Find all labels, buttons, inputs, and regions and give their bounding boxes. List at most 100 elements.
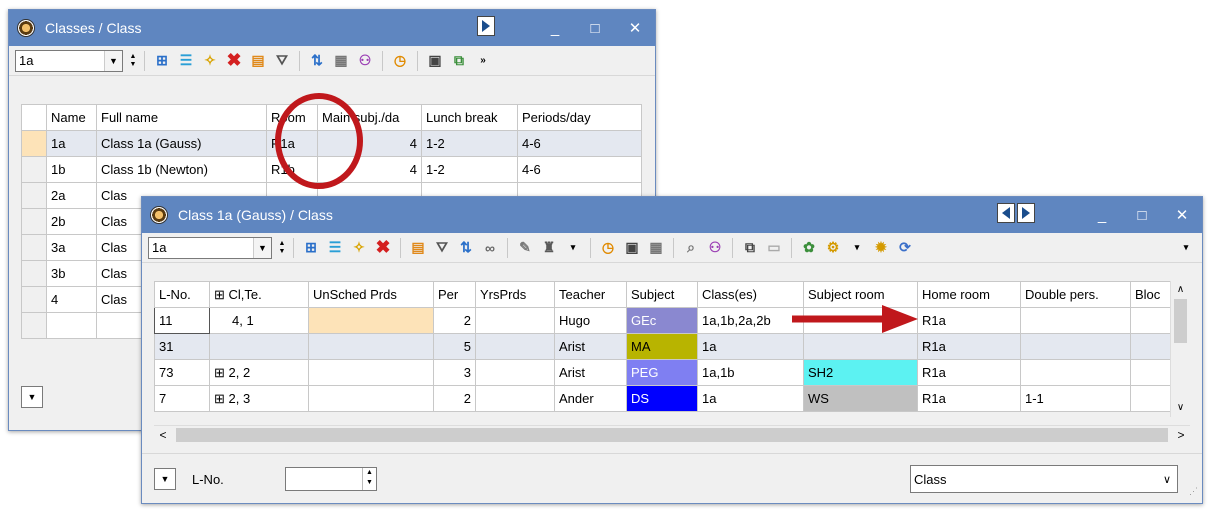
lunch-cell[interactable]: 1-2 [421,156,518,183]
table-row[interactable]: 11 4, 1 2 Hugo GEc 1a,1b,2a,2b R1a [154,307,1171,334]
yrsprds-cell[interactable] [475,333,555,360]
resize-grip-icon[interactable]: ⋰ [1189,486,1198,497]
link-icon[interactable]: ∞ [479,237,501,259]
clock-icon[interactable]: ◷ [389,50,411,72]
table-icon[interactable]: ▦ [330,50,352,72]
header-cell[interactable]: Per [433,281,476,308]
header-cell[interactable]: Periods/day [517,104,642,131]
header-cell[interactable]: Home room [917,281,1021,308]
dropdown-small-icon[interactable]: ▾ [562,237,584,259]
unsched-cell[interactable] [308,333,434,360]
overflow-icon[interactable]: » [472,50,494,72]
bloc-cell[interactable] [1130,307,1171,334]
subject-room-cell[interactable]: SH2 [803,359,918,386]
full-name-cell[interactable]: Class 1a (Gauss) [96,130,267,157]
clte-cell[interactable]: ⊞ 2, 2 [209,359,309,386]
new-item-icon[interactable]: ✧ [199,50,221,72]
row-selector[interactable] [21,156,47,183]
subject-cell[interactable]: GEc [626,307,698,334]
home-room-cell[interactable]: R1a [917,333,1021,360]
scroll-left-icon[interactable]: < [154,428,172,442]
classes-cell[interactable]: 1a [697,333,804,360]
header-cell[interactable]: Bloc [1130,281,1171,308]
chevron-down-icon[interactable]: ▼ [253,237,271,258]
monitor-icon[interactable]: ▭ [763,237,785,259]
clte-cell[interactable] [209,333,309,360]
home-room-cell[interactable]: R1a [917,307,1021,334]
double-cell[interactable] [1020,333,1131,360]
teacher-cell[interactable]: Arist [554,333,627,360]
class-name-cell[interactable]: 2b [46,208,97,235]
row-selector[interactable] [21,286,47,313]
row-selector[interactable] [21,208,47,235]
unsched-cell[interactable] [308,307,434,334]
teacher-icon[interactable]: ♜ [538,237,560,259]
unsched-cell[interactable] [308,359,434,386]
double-cell[interactable] [1020,359,1131,386]
refresh-icon[interactable]: ⟳ [894,237,916,259]
spinner-icon[interactable]: ▲ ▼ [127,50,139,72]
class-name-cell[interactable]: 1b [46,156,97,183]
subject-cell[interactable]: PEG [626,359,698,386]
clte-cell[interactable]: 4, 1 [209,307,309,334]
table-row[interactable]: 31 5 Arist MA 1a R1a [154,333,1171,360]
minimize-icon[interactable]: _ [535,20,575,37]
subject-room-cell[interactable]: WS [803,385,918,412]
row-selector[interactable] [21,234,47,261]
home-room-cell[interactable]: R1a [917,385,1021,412]
sort-az-icon[interactable]: ⇅ [306,50,328,72]
header-cell[interactable]: Lunch break [421,104,518,131]
unsched-cell[interactable] [308,385,434,412]
lno-cell[interactable]: 11 [154,307,210,334]
lno-input[interactable]: ▲ ▼ [285,467,377,491]
header-cell[interactable]: Teacher [554,281,627,308]
sort-az-icon[interactable]: ⇅ [455,237,477,259]
class-name-cell[interactable]: 3a [46,234,97,261]
filter-icon[interactable]: ⛛ [271,50,293,72]
row-selector[interactable] [21,260,47,287]
teacher-cell[interactable]: Ander [554,385,627,412]
grid-view-icon[interactable]: ⊞ [300,237,322,259]
table-row[interactable]: 73 ⊞ 2, 2 3 Arist PEG 1a,1b SH2 R1a [154,359,1171,386]
per-cell[interactable]: 2 [433,307,476,334]
header-cell[interactable]: UnSched Prds [308,281,434,308]
row-selector[interactable] [21,182,47,209]
bloc-cell[interactable] [1130,385,1171,412]
hscroll-thumb[interactable] [176,427,1168,442]
class-select[interactable]: 1a ▼ [15,49,123,72]
nav-right-icon[interactable] [1017,203,1035,223]
class-name-cell[interactable]: 1a [46,130,97,157]
lessons-window-titlebar[interactable]: Class 1a (Gauss) / Class _ □ ✕ [142,197,1202,233]
scroll-down-icon[interactable]: ∨ [1171,399,1190,417]
table-icon[interactable]: ▦ [645,237,667,259]
spinner-icon[interactable]: ▲ ▼ [276,237,288,259]
dropdown-small-icon[interactable]: ▾ [846,237,868,259]
classes-cell[interactable]: 1a,1b,2a,2b [697,307,804,334]
class-select[interactable]: 1a ▼ [148,236,272,259]
yrsprds-cell[interactable] [475,385,555,412]
lno-cell[interactable]: 7 [154,385,210,412]
classes-cell[interactable]: 1a,1b [697,359,804,386]
copy-icon[interactable]: ⧉ [448,50,470,72]
lno-cell[interactable]: 31 [154,333,210,360]
status-dropdown-button[interactable]: ▼ [154,468,176,490]
lno-cell[interactable]: 73 [154,359,210,386]
sort-icon[interactable]: ▤ [247,50,269,72]
home-room-cell[interactable]: R1a [917,359,1021,386]
header-cell[interactable]: ⊞ Cl,Te. [209,281,309,308]
per-cell[interactable]: 3 [433,359,476,386]
palette-icon[interactable]: ✿ [798,237,820,259]
view-select[interactable]: Class ∨ [910,465,1178,493]
gear-icon[interactable]: ✹ [870,237,892,259]
maximize-icon[interactable]: □ [575,20,615,37]
vertical-scrollbar[interactable]: ∧ ∨ [1170,281,1190,417]
subject-room-cell[interactable] [803,333,918,360]
users-icon[interactable]: ⚇ [354,50,376,72]
lno-spinner-icon[interactable]: ▲ ▼ [362,468,376,490]
table-row[interactable]: 7 ⊞ 2, 3 2 Ander DS 1a WS R1a 1-1 [154,385,1171,412]
sort-icon[interactable]: ▤ [407,237,429,259]
clock-icon[interactable]: ◷ [597,237,619,259]
bloc-cell[interactable] [1130,333,1171,360]
double-cell[interactable] [1020,307,1131,334]
users-icon[interactable]: ⚇ [704,237,726,259]
